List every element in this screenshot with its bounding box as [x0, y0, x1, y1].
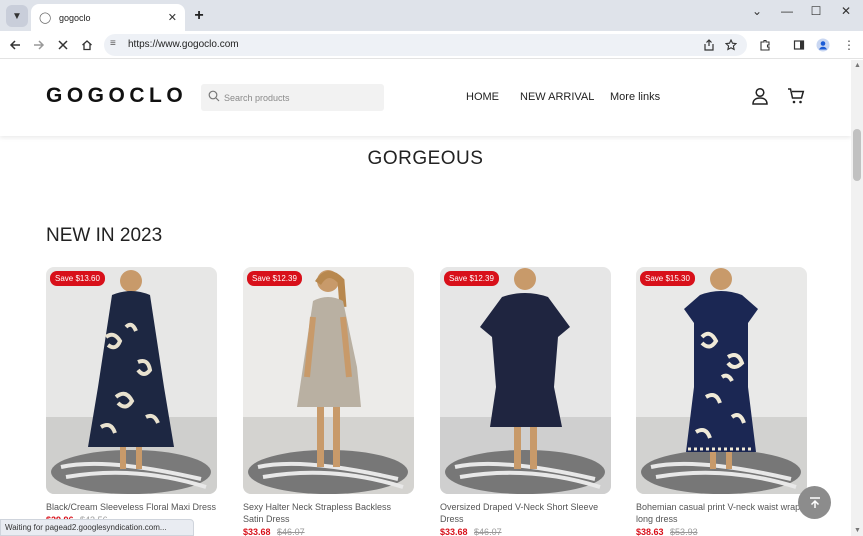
product-name[interactable]: Bohemian casual print V-neck waist wrap … — [636, 501, 807, 525]
search-box[interactable] — [201, 84, 384, 111]
minimize-button[interactable]: — — [776, 4, 798, 18]
stop-loading-button[interactable] — [54, 36, 72, 54]
product-photo — [46, 267, 217, 494]
close-icon: ✕ — [840, 4, 852, 18]
product-name[interactable]: Oversized Draped V-Neck Short Sleeve Dre… — [440, 501, 611, 525]
site-logo[interactable]: GOGOCLO — [46, 84, 187, 108]
home-icon — [82, 40, 92, 51]
site-header: GOGOCLO HOME NEW ARRIVAL More links — [0, 60, 851, 136]
product-card[interactable]: Save $12.39 Oversized Draped V-Neck Shor… — [440, 267, 611, 536]
product-photo — [636, 267, 807, 494]
product-card[interactable]: Save $12.39 Sexy Halter Neck Strapless B… — [243, 267, 414, 536]
user-icon[interactable] — [751, 87, 769, 105]
plus-icon: + — [194, 7, 204, 24]
page-content: GOGOCLO HOME NEW ARRIVAL More links GORG… — [0, 60, 851, 536]
bookmark-button[interactable] — [722, 36, 740, 54]
product-prices: $33.68 $46.07 — [440, 527, 611, 536]
maximize-button[interactable]: ☐ — [805, 4, 827, 18]
scroll-up-arrow-icon[interactable]: ▲ — [854, 62, 861, 69]
address-bar[interactable]: ≡ https://www.gogoclo.com — [104, 34, 747, 56]
browser-tabstrip: ▼ ◯ gogoclo ✕ + ⌄ — ☐ ✕ — [0, 0, 863, 31]
scroll-down-arrow-icon[interactable]: ▼ — [854, 527, 861, 534]
side-panel-button[interactable] — [790, 36, 808, 54]
hero-title: GORGEOUS — [367, 148, 484, 169]
globe-icon: ◯ — [39, 12, 52, 24]
close-icon[interactable]: ✕ — [168, 11, 177, 24]
side-panel-icon — [793, 40, 805, 50]
arrow-left-icon — [9, 40, 20, 50]
close-icon — [58, 40, 68, 50]
product-old-price: $46.07 — [277, 527, 305, 536]
product-prices: $33.68 $46.07 — [243, 527, 414, 536]
product-image[interactable]: Save $13.60 — [46, 267, 217, 494]
product-photo — [440, 267, 611, 494]
window-chevron-button[interactable]: ⌄ — [746, 4, 768, 18]
status-bar: Waiting for pagead2.googlesyndication.co… — [0, 519, 194, 536]
arrow-up-icon — [809, 496, 820, 508]
profile-button[interactable] — [814, 36, 832, 54]
search-input[interactable] — [224, 88, 374, 107]
arrow-right-icon — [34, 40, 45, 50]
product-price: $38.63 — [636, 527, 664, 536]
chevron-down-icon: ⌄ — [751, 4, 763, 18]
install-app-button[interactable] — [700, 36, 718, 54]
product-image[interactable]: Save $12.39 — [440, 267, 611, 494]
share-icon — [704, 39, 714, 51]
maximize-icon: ☐ — [810, 4, 822, 18]
discount-badge: Save $13.60 — [50, 271, 105, 286]
product-image[interactable]: Save $12.39 — [243, 267, 414, 494]
page-scrollbar[interactable]: ▲ ▼ — [851, 60, 863, 536]
site-info-icon[interactable]: ≡ — [110, 38, 116, 49]
home-button[interactable] — [78, 36, 96, 54]
nav-home[interactable]: HOME — [466, 91, 499, 103]
star-icon — [725, 39, 737, 51]
scrollbar-thumb[interactable] — [853, 129, 861, 181]
search-icon — [208, 90, 220, 102]
url-text: https://www.gogoclo.com — [128, 39, 239, 50]
minimize-icon: — — [781, 4, 793, 18]
product-old-price: $46.07 — [474, 527, 502, 536]
product-price: $33.68 — [243, 527, 271, 536]
kebab-menu-icon: ⋮ — [843, 38, 855, 52]
discount-badge: Save $12.39 — [444, 271, 499, 286]
product-card[interactable]: Save $15.30 Bohemian casual print V-neck… — [636, 267, 807, 536]
product-prices: $38.63 $53.93 — [636, 527, 807, 536]
chevron-down-icon: ▼ — [12, 10, 22, 22]
discount-badge: Save $15.30 — [640, 271, 695, 286]
product-name[interactable]: Black/Cream Sleeveless Floral Maxi Dress — [46, 501, 217, 513]
product-card[interactable]: Save $13.60 Black/Cream Sleeveless Flora… — [46, 267, 217, 525]
product-image[interactable]: Save $15.30 — [636, 267, 807, 494]
new-tab-button[interactable]: + — [190, 7, 208, 25]
section-title: NEW IN 2023 — [46, 225, 163, 246]
puzzle-icon — [760, 39, 770, 51]
tab-search-button[interactable]: ▼ — [6, 5, 28, 27]
nav-new-arrival[interactable]: NEW ARRIVAL — [520, 91, 594, 103]
discount-badge: Save $12.39 — [247, 271, 302, 286]
product-price: $33.68 — [440, 527, 468, 536]
back-button[interactable] — [6, 36, 24, 54]
product-old-price: $53.93 — [670, 527, 698, 536]
browser-tab[interactable]: ◯ gogoclo ✕ — [31, 4, 185, 31]
product-photo — [243, 267, 414, 494]
menu-button[interactable]: ⋮ — [840, 36, 858, 54]
extensions-button[interactable] — [756, 36, 774, 54]
tab-title: gogoclo — [59, 12, 91, 23]
scroll-to-top-button[interactable] — [798, 486, 831, 519]
forward-button[interactable] — [30, 36, 48, 54]
cart-icon[interactable] — [787, 87, 805, 105]
browser-toolbar: ≡ https://www.gogoclo.com ⋮ — [0, 31, 863, 59]
window-close-button[interactable]: ✕ — [835, 4, 857, 18]
product-name[interactable]: Sexy Halter Neck Strapless Backless Sati… — [243, 501, 414, 525]
nav-more-links[interactable]: More links — [610, 91, 660, 103]
avatar-icon — [816, 38, 830, 52]
